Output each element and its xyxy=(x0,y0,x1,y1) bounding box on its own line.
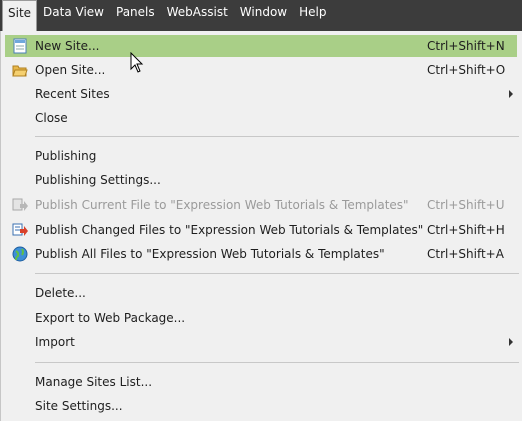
menu-item-close[interactable]: Close xyxy=(5,107,517,129)
menu-site[interactable]: Site xyxy=(2,0,38,31)
menu-item-label: New Site... xyxy=(35,39,100,53)
menu-item-label: Publish All Files to "Expression Web Tut… xyxy=(35,247,385,261)
submenu-arrow-icon xyxy=(509,90,513,98)
menu-separator xyxy=(35,362,519,363)
menu-item-label: Open Site... xyxy=(35,63,106,77)
menu-window[interactable]: Window xyxy=(234,0,293,25)
menu-item-shortcut: Ctrl+Shift+N xyxy=(427,39,505,53)
menu-item-label: Site Settings... xyxy=(35,399,123,413)
menu-item-shortcut: Ctrl+Shift+U xyxy=(427,198,505,212)
submenu-arrow-icon xyxy=(509,338,513,346)
menu-item-label: Recent Sites xyxy=(35,87,110,101)
menu-item-shortcut: Ctrl+Shift+A xyxy=(427,247,504,261)
menu-item-publishing-settings[interactable]: Publishing Settings... xyxy=(5,169,517,191)
menu-panels[interactable]: Panels xyxy=(110,0,161,25)
menu-item-label: Delete... xyxy=(35,286,86,300)
menu-item-recent-sites[interactable]: Recent Sites xyxy=(5,83,517,105)
site-dropdown-menu: New Site... Ctrl+Shift+N Open Site... Ct… xyxy=(0,31,522,421)
menu-item-publish-all-files[interactable]: Publish All Files to "Expression Web Tut… xyxy=(5,243,517,265)
menu-item-label: Publishing Settings... xyxy=(35,173,161,187)
menu-item-label: Manage Sites List... xyxy=(35,375,153,389)
publish-file-icon xyxy=(5,194,35,216)
menu-data-view[interactable]: Data View xyxy=(37,0,110,25)
menu-item-publishing[interactable]: Publishing xyxy=(5,145,517,167)
menu-separator xyxy=(35,136,519,137)
menu-item-site-settings[interactable]: Site Settings... xyxy=(5,395,517,417)
publish-all-globe-icon xyxy=(5,243,35,265)
menu-item-label: Publishing xyxy=(35,149,97,163)
menu-item-publish-current-file[interactable]: Publish Current File to "Expression Web … xyxy=(5,194,517,216)
menu-item-label: Close xyxy=(35,111,68,125)
menu-item-new-site[interactable]: New Site... Ctrl+Shift+N xyxy=(5,35,517,57)
new-site-icon xyxy=(5,35,35,57)
menu-item-label: Publish Changed Files to "Expression Web… xyxy=(35,223,424,237)
menu-item-import[interactable]: Import xyxy=(5,331,517,353)
menu-webassist[interactable]: WebAssist xyxy=(161,0,234,25)
menu-item-label: Publish Current File to "Expression Web … xyxy=(35,198,409,212)
menu-item-label: Import xyxy=(35,335,75,349)
menu-item-export-web-package[interactable]: Export to Web Package... xyxy=(5,307,517,329)
mouse-cursor-icon xyxy=(130,52,144,73)
menu-help[interactable]: Help xyxy=(293,0,332,25)
open-folder-icon xyxy=(5,59,35,81)
publish-changed-icon xyxy=(5,219,35,241)
menu-bar: Site Data View Panels WebAssist Window H… xyxy=(0,0,522,31)
menu-separator xyxy=(35,273,519,274)
menu-item-shortcut: Ctrl+Shift+H xyxy=(427,223,505,237)
menu-item-publish-changed-files[interactable]: Publish Changed Files to "Expression Web… xyxy=(5,219,517,241)
menu-item-label: Export to Web Package... xyxy=(35,311,186,325)
menu-item-shortcut: Ctrl+Shift+O xyxy=(427,63,506,77)
menu-item-manage-sites-list[interactable]: Manage Sites List... xyxy=(5,371,517,393)
menu-item-open-site[interactable]: Open Site... Ctrl+Shift+O xyxy=(5,59,517,81)
menu-item-delete[interactable]: Delete... xyxy=(5,282,517,304)
